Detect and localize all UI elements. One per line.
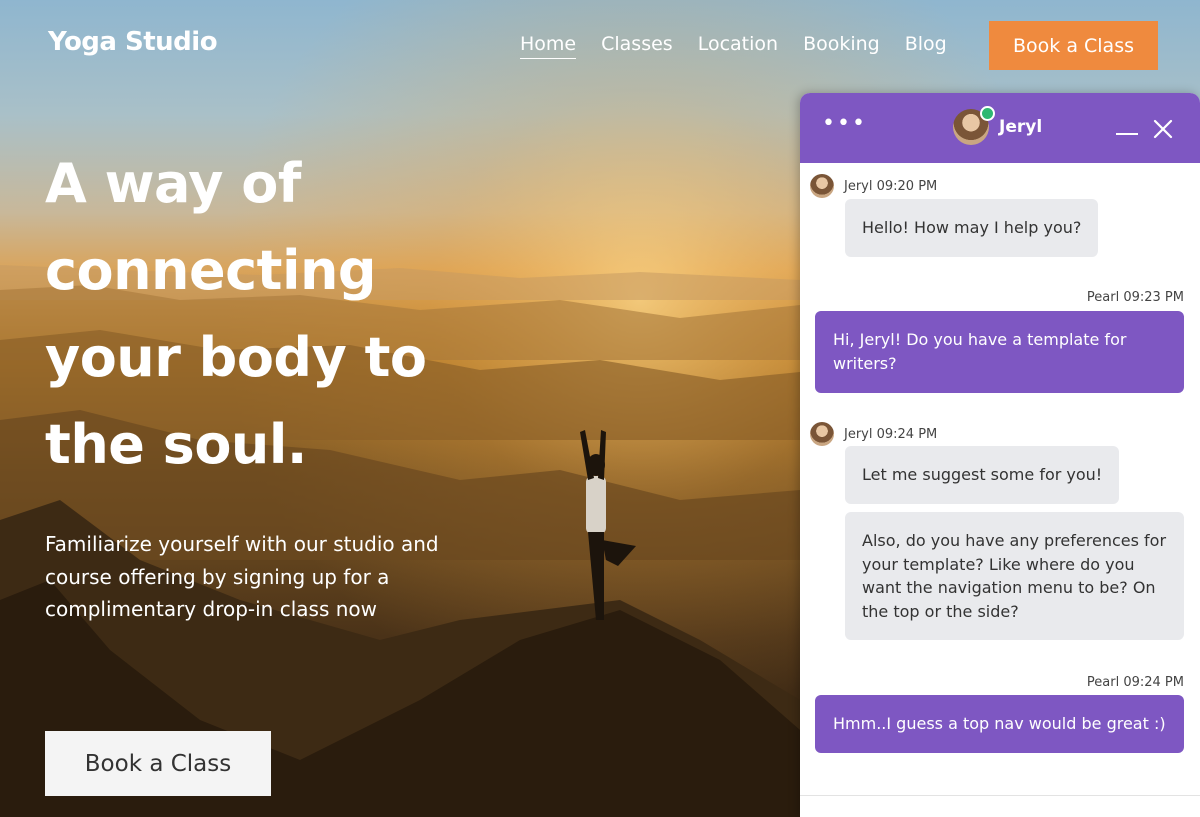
agent-message-bubble: Also, do you have any preferences for yo… xyxy=(845,512,1184,640)
minimize-icon[interactable] xyxy=(1116,133,1138,135)
message-sender-time: Jeryl 09:24 PM xyxy=(844,426,938,442)
agent-message-bubble: Hello! How may I help you? xyxy=(845,199,1099,257)
agent-avatar xyxy=(953,106,995,145)
online-status-icon xyxy=(980,106,995,121)
agent-avatar-small xyxy=(810,174,834,198)
message-meta: Jeryl 09:24 PM xyxy=(810,422,937,446)
main-nav: Home Classes Location Booking Blog xyxy=(520,33,972,59)
message-meta: Jeryl 09:20 PM xyxy=(810,174,937,198)
close-icon[interactable] xyxy=(1152,119,1174,139)
user-message-bubble: Hi, Jeryl! Do you have a template for wr… xyxy=(815,311,1184,393)
message-sender-time: Pearl 09:23 PM xyxy=(1086,290,1184,305)
agent-message-bubble: Let me suggest some for you! xyxy=(845,446,1120,504)
more-dots-icon[interactable]: ••• xyxy=(822,113,865,135)
book-a-class-header-button[interactable]: Book a Class xyxy=(989,21,1158,70)
nav-item-classes[interactable]: Classes xyxy=(601,33,673,59)
chat-widget: ••• Jeryl Jeryl 09:20 PM Hello! How may … xyxy=(800,93,1200,817)
user-message-bubble: Hmm..I guess a top nav would be great :) xyxy=(815,695,1184,753)
message-sender-time: Pearl 09:24 PM xyxy=(1086,675,1184,690)
agent-name: Jeryl xyxy=(999,117,1043,137)
nav-item-booking[interactable]: Booking xyxy=(803,33,880,59)
hero-subtext: Familiarize yourself with our studio and… xyxy=(45,532,439,621)
brand-logo[interactable]: Yoga Studio xyxy=(48,27,218,57)
nav-item-home[interactable]: Home xyxy=(520,33,577,59)
nav-item-blog[interactable]: Blog xyxy=(905,33,947,59)
chat-agent-info: Jeryl xyxy=(953,106,1043,145)
agent-avatar-small xyxy=(810,422,834,446)
hero-headline: A way of connecting your body to the sou… xyxy=(45,152,427,476)
chat-header: ••• Jeryl xyxy=(800,93,1200,163)
book-a-class-hero-button[interactable]: Book a Class xyxy=(45,731,271,796)
message-sender-time: Jeryl 09:20 PM xyxy=(844,178,938,194)
chat-input-divider xyxy=(800,795,1200,796)
nav-item-location[interactable]: Location xyxy=(698,33,778,59)
